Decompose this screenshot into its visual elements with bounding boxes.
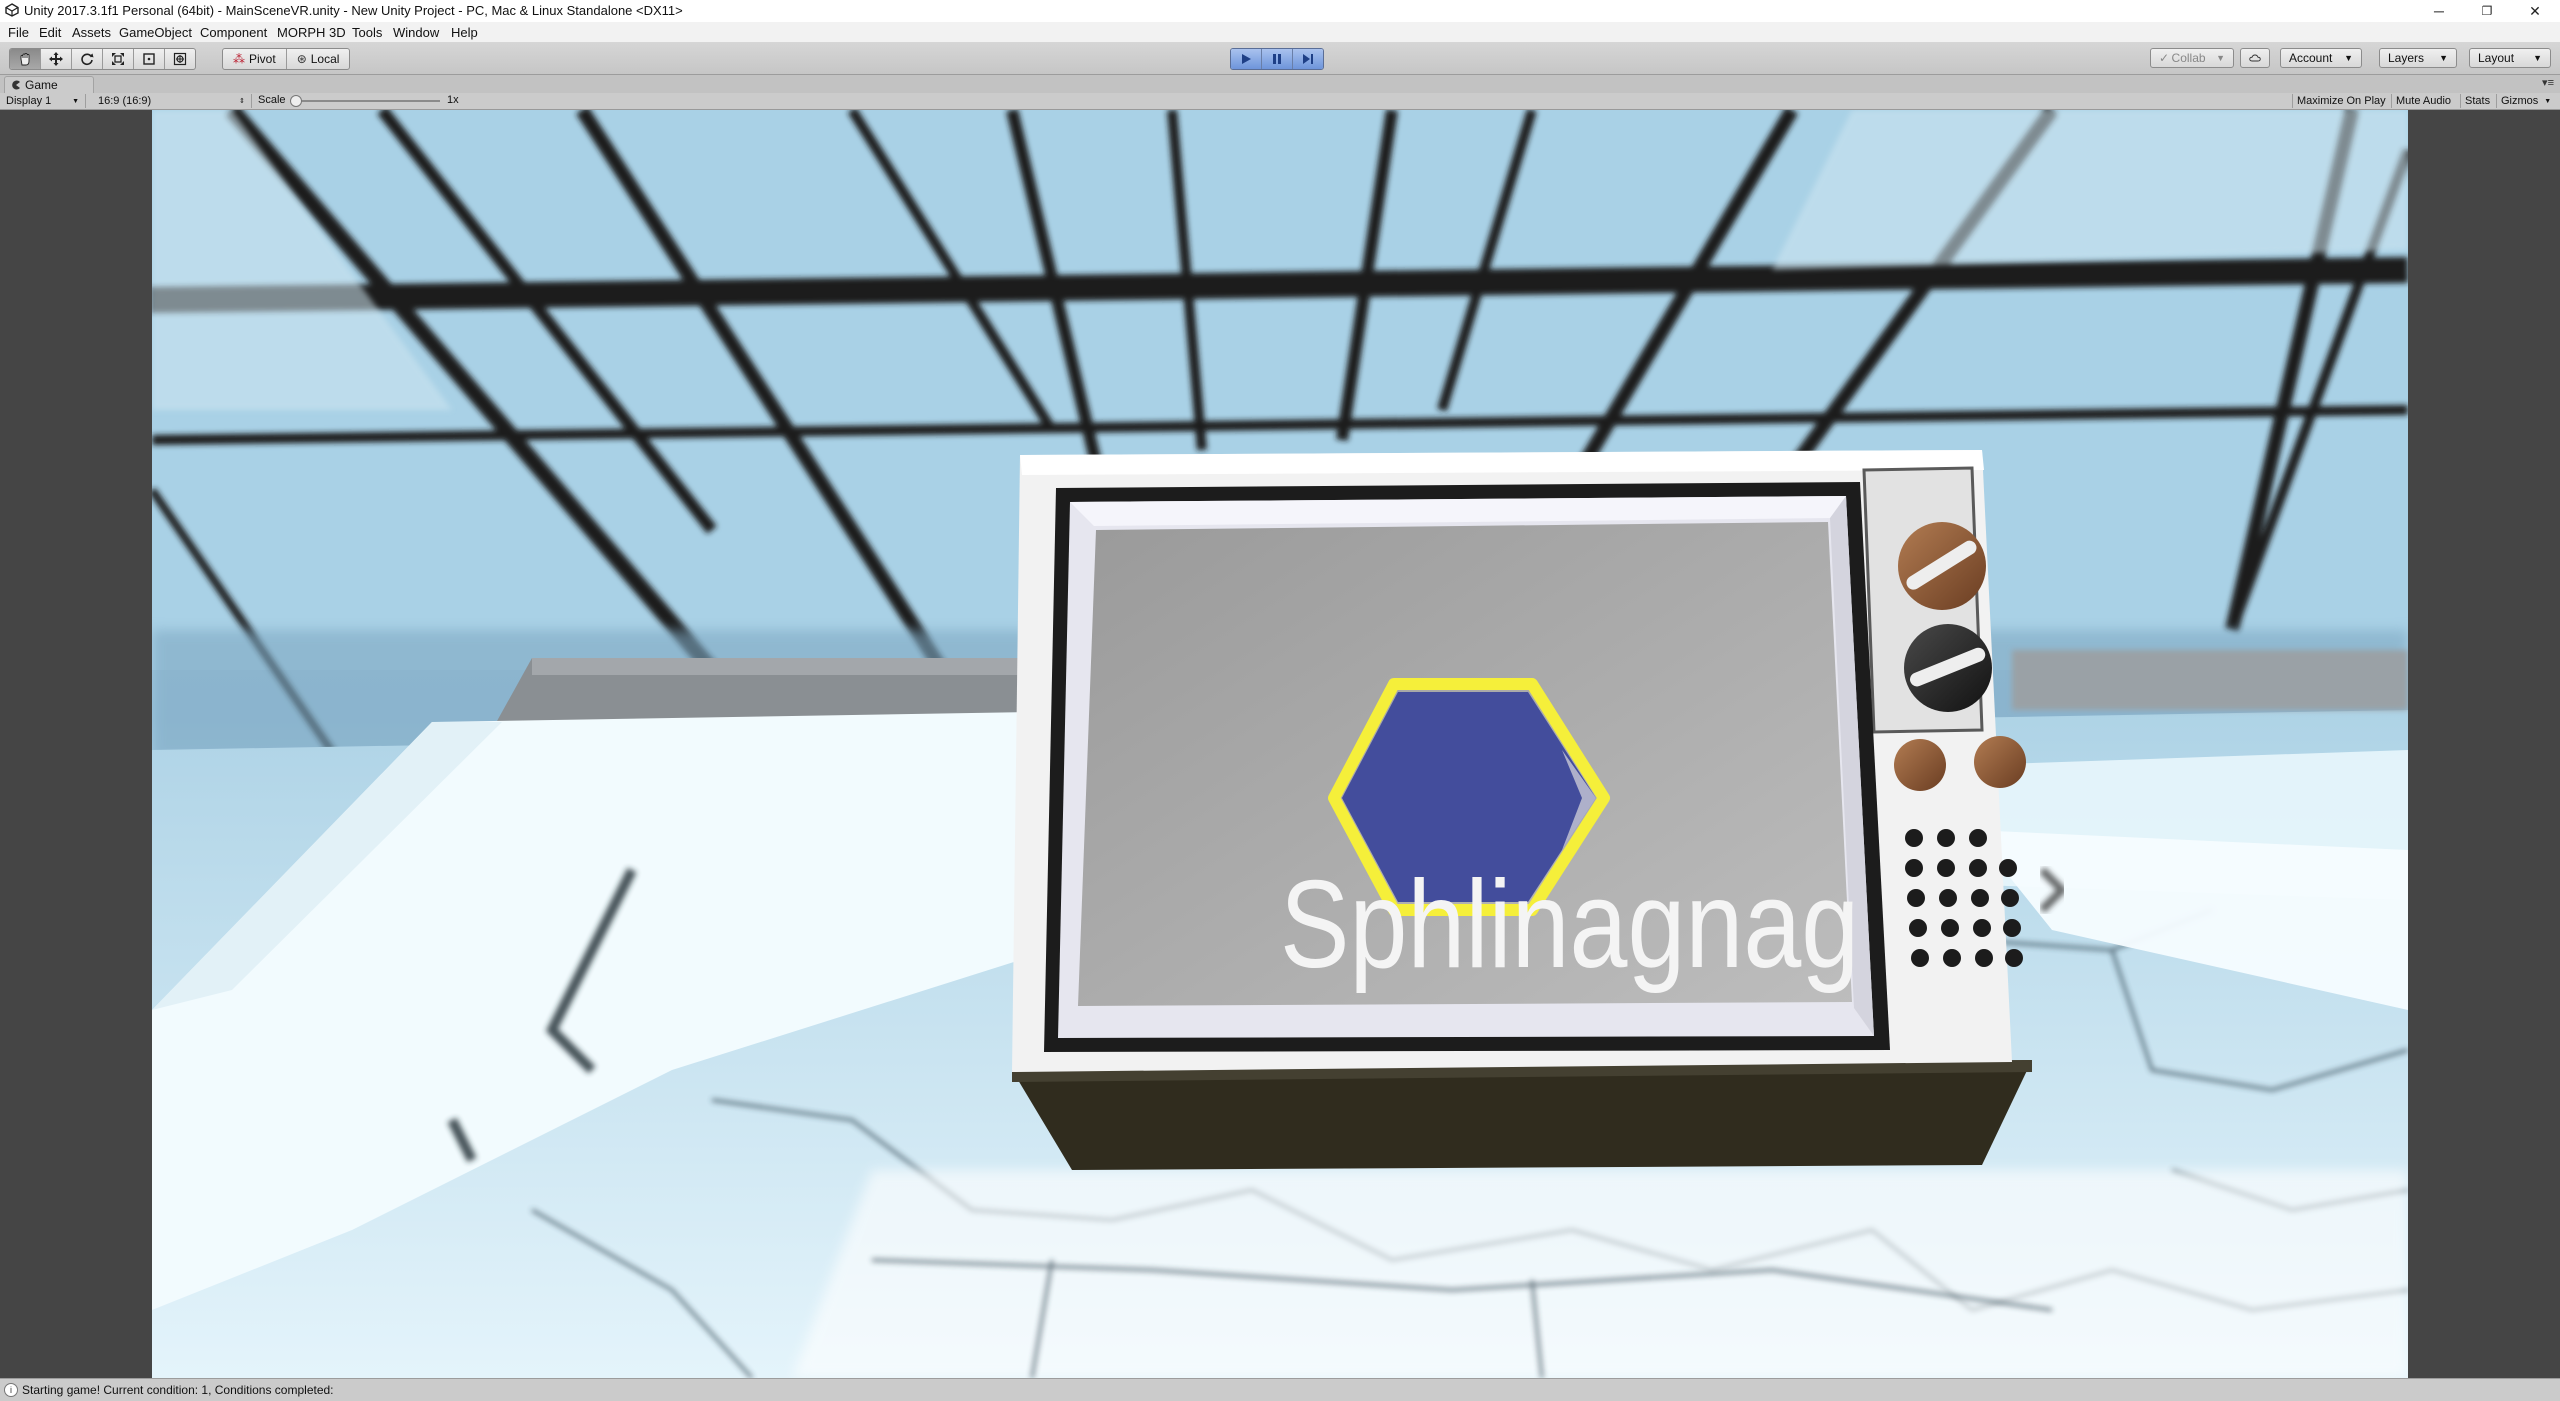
cloud-button[interactable]	[2240, 48, 2270, 68]
transform-tool-button[interactable]	[165, 49, 195, 69]
playmode-controls	[1230, 48, 1324, 70]
aspect-label: 16:9 (16:9)	[98, 95, 152, 107]
gizmos-label: Gizmos	[2501, 95, 2539, 107]
display-label: Display 1	[6, 95, 52, 107]
layers-dropdown[interactable]: Layers ▼	[2379, 48, 2457, 68]
transform-icon	[173, 52, 187, 66]
scale-slider-track[interactable]	[292, 100, 440, 102]
local-label: Local	[310, 52, 340, 66]
menu-window[interactable]: Window	[393, 25, 439, 40]
title-bar: Unity 2017.3.1f1 Personal (64bit) - Main…	[0, 0, 2560, 23]
layout-label: Layout	[2478, 51, 2515, 65]
main-toolbar: ⁂ Pivot ⊛ Local ✓ Collab ▼ Account ▼ Lay…	[0, 42, 2560, 75]
tv-screen-text: Sphlinagnag	[1280, 856, 1860, 994]
scale-tool-button[interactable]	[103, 49, 134, 69]
unity-logo-icon	[5, 3, 19, 17]
window-title: Unity 2017.3.1f1 Personal (64bit) - Main…	[24, 3, 683, 18]
status-bar[interactable]: i Starting game! Current condition: 1, C…	[0, 1378, 2560, 1401]
menu-tools[interactable]: Tools	[352, 25, 382, 40]
collab-label: Collab	[2171, 51, 2206, 65]
hand-icon	[20, 53, 30, 66]
menu-help[interactable]: Help	[451, 25, 478, 40]
minimize-icon: ─	[2434, 3, 2444, 19]
layers-label: Layers	[2388, 51, 2425, 65]
chevron-down-icon: ▼	[2216, 53, 2225, 63]
play-icon	[1242, 54, 1251, 64]
close-icon: ✕	[2529, 2, 2541, 19]
game-view: Sphlinagnag	[0, 110, 2560, 1378]
game-viewport[interactable]: Sphlinagnag	[152, 110, 2408, 1378]
rect-tool-button[interactable]	[134, 49, 165, 69]
pivot-icon: ⁂	[233, 52, 245, 66]
scale-label: Scale	[258, 94, 286, 106]
account-label: Account	[2289, 51, 2333, 65]
scene-render	[152, 110, 2408, 1378]
rotate-icon	[81, 53, 94, 66]
account-dropdown[interactable]: Account ▼	[2280, 48, 2362, 68]
chevron-down-icon: ▼	[2439, 53, 2448, 63]
chevron-down-icon: ▼	[72, 97, 79, 105]
pivot-button[interactable]: ⁂ Pivot	[223, 49, 287, 69]
chevron-down-icon: ▼	[2544, 97, 2552, 105]
panel-menu-icon[interactable]: ▾≡	[2542, 76, 2554, 89]
menu-bar: File Edit Assets GameObject Component MO…	[0, 22, 2560, 42]
move-tool-button[interactable]	[41, 49, 72, 69]
aspect-dropdown[interactable]: 16:9 (16:9) ⇕	[92, 94, 252, 108]
menu-assets[interactable]: Assets	[72, 25, 111, 40]
move-icon	[49, 52, 63, 66]
step-icon	[1303, 54, 1313, 64]
game-tab-row: Game ▾≡	[0, 75, 2560, 93]
gizmos-dropdown[interactable]: Gizmos ▼	[2496, 94, 2555, 108]
scale-value: 1x	[447, 94, 459, 106]
pivot-label: Pivot	[249, 52, 276, 66]
pause-icon	[1273, 54, 1281, 64]
hand-tool-button[interactable]	[10, 49, 41, 69]
minimize-button[interactable]: ─	[2416, 0, 2462, 22]
status-message: Starting game! Current condition: 1, Con…	[22, 1383, 334, 1397]
mute-audio-toggle[interactable]: Mute Audio	[2391, 94, 2455, 108]
rotate-tool-button[interactable]	[72, 49, 103, 69]
menu-edit[interactable]: Edit	[39, 25, 61, 40]
pause-button[interactable]	[1262, 49, 1293, 69]
menu-morph3d[interactable]: MORPH 3D	[277, 25, 346, 40]
local-button[interactable]: ⊛ Local	[287, 49, 350, 69]
mute-label: Mute Audio	[2396, 95, 2452, 107]
local-icon: ⊛	[296, 52, 307, 66]
maximize-on-play-toggle[interactable]: Maximize On Play	[2292, 94, 2390, 108]
rect-icon	[143, 53, 155, 65]
pivot-local-toggle: ⁂ Pivot ⊛ Local	[222, 48, 351, 70]
play-button[interactable]	[1231, 49, 1262, 69]
menu-gameobject[interactable]: GameObject	[119, 25, 192, 40]
transform-tools	[9, 48, 196, 70]
stats-label: Stats	[2465, 95, 2491, 107]
layout-dropdown[interactable]: Layout ▼	[2469, 48, 2551, 68]
restore-icon: ❐	[2481, 4, 2493, 18]
chevron-down-icon: ⇕	[239, 98, 245, 105]
step-button[interactable]	[1293, 49, 1323, 69]
menu-component[interactable]: Component	[200, 25, 267, 40]
chevron-down-icon: ▼	[2344, 53, 2353, 63]
menu-file[interactable]: File	[8, 25, 29, 40]
display-dropdown[interactable]: Display 1 ▼	[0, 94, 86, 108]
collab-dropdown[interactable]: ✓ Collab ▼	[2150, 48, 2234, 68]
scale-slider-thumb[interactable]	[290, 95, 302, 107]
close-window-button[interactable]: ✕	[2512, 0, 2558, 22]
stats-toggle[interactable]: Stats	[2460, 94, 2494, 108]
game-control-bar: Display 1 ▼ 16:9 (16:9) ⇕ Scale 1x Maxim…	[0, 93, 2560, 110]
cloud-icon	[2249, 54, 2261, 62]
maximize-label: Maximize On Play	[2297, 95, 2386, 107]
chevron-down-icon: ▼	[2533, 53, 2542, 63]
tab-game[interactable]: Game	[4, 76, 94, 93]
restore-button[interactable]: ❐	[2464, 0, 2510, 22]
collab-check-icon: ✓	[2159, 51, 2170, 65]
pacman-icon	[12, 80, 20, 90]
tab-game-label: Game	[25, 78, 58, 92]
info-icon: i	[4, 1383, 18, 1397]
scale-icon	[112, 53, 124, 65]
